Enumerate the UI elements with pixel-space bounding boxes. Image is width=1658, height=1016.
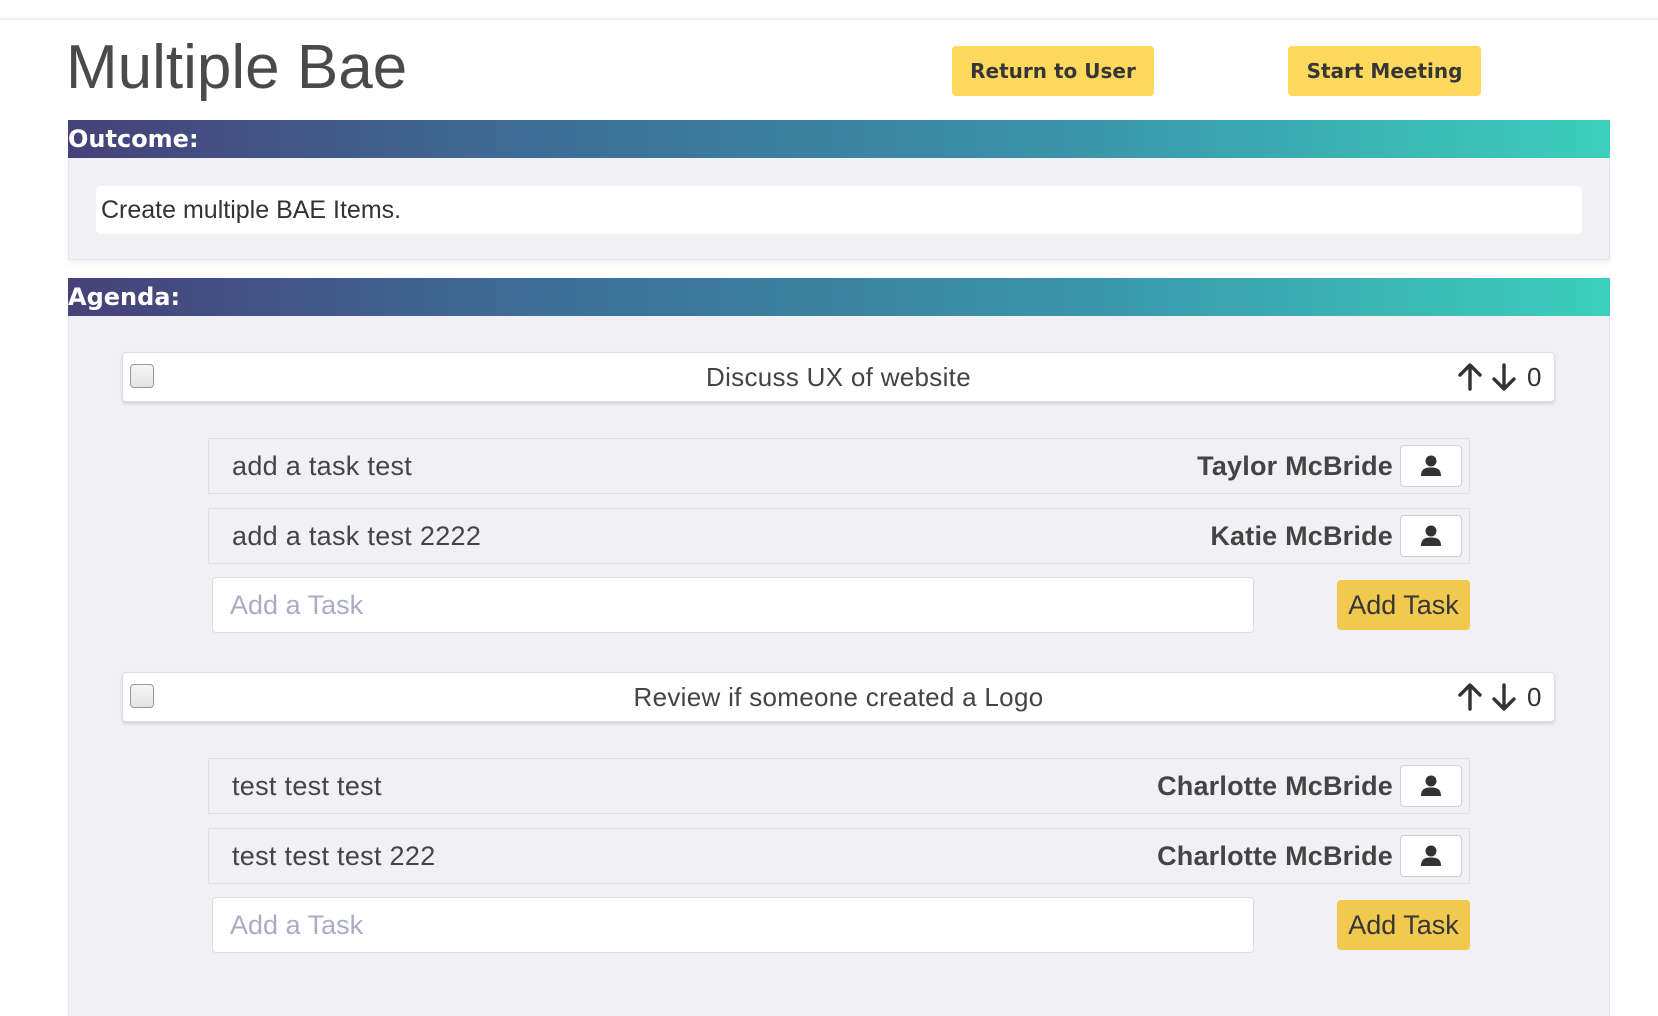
return-to-user-button[interactable]: Return to User [952, 46, 1154, 96]
arrow-down-icon[interactable] [1490, 362, 1518, 392]
outcome-panel: Create multiple BAE Items. [68, 158, 1610, 260]
assign-user-button[interactable] [1400, 515, 1462, 557]
vote-count: 0 [1527, 682, 1542, 712]
add-task-button[interactable]: Add Task [1337, 900, 1470, 950]
task-assignee: Taylor McBride [1197, 451, 1393, 481]
user-icon [1421, 525, 1441, 546]
task-text: test test test 222 [232, 841, 436, 871]
top-divider [0, 0, 1658, 20]
task-text: add a task test 2222 [232, 521, 482, 551]
user-icon [1421, 455, 1441, 476]
task-row: add a task test Taylor McBride [208, 438, 1470, 494]
task-assignee: Charlotte McBride [1157, 841, 1393, 871]
arrow-up-icon[interactable] [1456, 682, 1484, 712]
add-task-input[interactable] [212, 577, 1254, 633]
task-assignee: Charlotte McBride [1157, 771, 1393, 801]
agenda-header: Agenda: [68, 278, 1610, 316]
task-row: add a task test 2222 Katie McBride [208, 508, 1470, 564]
outcome-header: Outcome: [68, 120, 1610, 158]
task-assignee: Katie McBride [1210, 521, 1393, 551]
assign-user-button[interactable] [1400, 445, 1462, 487]
page-title: Multiple Bae [66, 33, 408, 102]
outcome-text: Create multiple BAE Items. [96, 186, 1582, 234]
assign-user-button[interactable] [1400, 835, 1462, 877]
assign-user-button[interactable] [1400, 765, 1462, 807]
start-meeting-button[interactable]: Start Meeting [1288, 46, 1481, 96]
agenda-item[interactable]: Review if someone created a Logo 0 [122, 672, 1555, 722]
arrow-down-icon[interactable] [1490, 682, 1518, 712]
task-row: test test test 222 Charlotte McBride [208, 828, 1470, 884]
user-icon [1421, 775, 1441, 796]
task-row: test test test Charlotte McBride [208, 758, 1470, 814]
user-icon [1421, 845, 1441, 866]
agenda-item-title: Review if someone created a Logo [633, 682, 1044, 712]
vote-count: 0 [1527, 362, 1542, 392]
arrow-up-icon[interactable] [1456, 362, 1484, 392]
task-text: test test test [232, 771, 382, 801]
agenda-item-title: Discuss UX of website [706, 362, 971, 392]
task-text: add a task test [232, 451, 413, 481]
add-task-input[interactable] [212, 897, 1254, 953]
add-task-button[interactable]: Add Task [1337, 580, 1470, 630]
agenda-item[interactable]: Discuss UX of website 0 [122, 352, 1555, 402]
